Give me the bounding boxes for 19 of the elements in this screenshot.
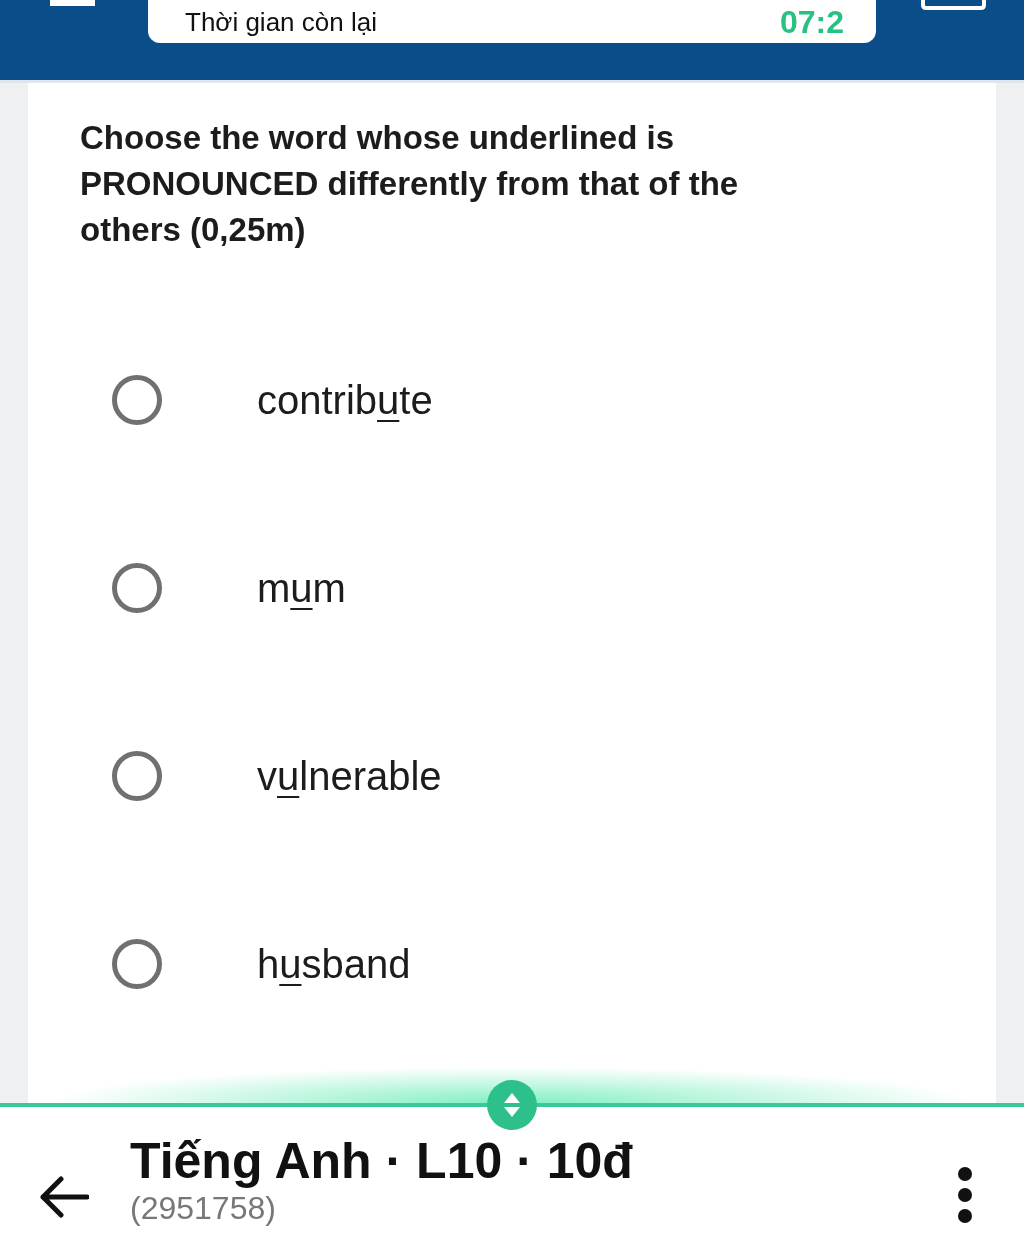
radio-button[interactable] [112, 939, 162, 989]
course-id: (2951758) [130, 1189, 277, 1227]
time-remaining-label: Thời gian còn lại [185, 8, 377, 35]
frame-icon[interactable] [920, 0, 987, 10]
back-arrow-icon [39, 1176, 89, 1218]
radio-button[interactable] [112, 375, 162, 425]
back-button[interactable] [38, 1175, 90, 1219]
option-label: mum [257, 568, 346, 608]
course-title: Tiếng Anh · L10 · 10đ [130, 1133, 633, 1189]
radio-button[interactable] [112, 751, 162, 801]
resize-handle[interactable] [487, 1080, 537, 1130]
option-label: contribute [257, 380, 433, 420]
more-icon [958, 1167, 972, 1223]
question-text: Choose the word whose underlined is PRONOUNCED differently from that of the others (0,25m) [80, 118, 740, 250]
option-label: husband [257, 944, 411, 984]
up-down-arrows-icon [503, 1092, 521, 1118]
timer-value: 07:2 [779, 5, 844, 38]
radio-button[interactable] [112, 563, 162, 613]
option-label: vulnerable [257, 756, 442, 796]
